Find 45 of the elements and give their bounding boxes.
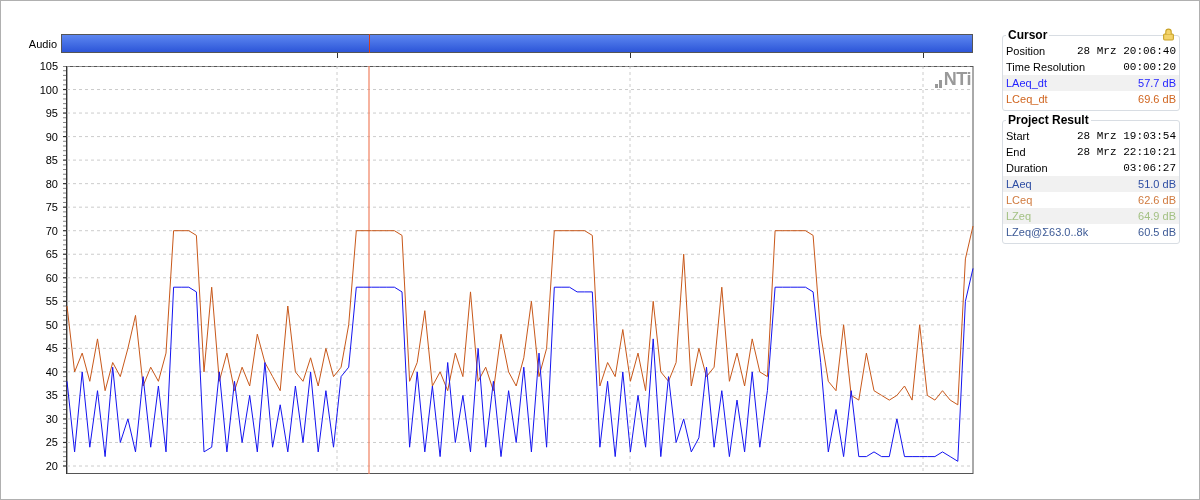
row-label: LAeq — [1006, 176, 1032, 192]
y-axis-label: 75 — [45, 201, 58, 214]
row-label: LCeq — [1006, 192, 1033, 208]
row-label: End — [1006, 144, 1026, 160]
time-value: 03:06:27 — [1123, 160, 1176, 176]
y-axis-label: 65 — [45, 248, 58, 261]
row-label: LAeq_dt — [1006, 75, 1047, 91]
level-value: 62.6 dB — [1138, 192, 1176, 208]
y-axis-label: 95 — [45, 107, 58, 120]
row-label: Time Resolution — [1006, 59, 1086, 75]
y-axis-label: 85 — [45, 154, 58, 167]
y-axis-label: 20 — [45, 459, 58, 472]
y-axis-label: 45 — [45, 342, 58, 355]
level-value: 64.9 dB — [1138, 208, 1176, 224]
logo: NTi — [943, 70, 971, 88]
row-label: Start — [1006, 128, 1030, 144]
y-axis-label: 40 — [45, 365, 58, 378]
level-value: 51.0 dB — [1138, 176, 1176, 192]
overview-bar[interactable] — [61, 34, 973, 53]
track-label: Audio — [27, 37, 58, 53]
row-label: LCeq_dt — [1006, 91, 1048, 107]
cursor-line[interactable] — [368, 66, 370, 474]
y-axis-label: 80 — [45, 177, 58, 190]
y-axis-label: 55 — [45, 295, 58, 308]
panel-title: Project Result — [1006, 112, 1091, 128]
y-axis-label: 70 — [45, 224, 58, 237]
y-axis-label: 90 — [45, 130, 58, 143]
level-value: 57.7 dB — [1138, 75, 1176, 91]
time-value: 28 Mrz 20:06:40 — [1076, 43, 1176, 59]
y-axis-label: 25 — [45, 436, 58, 449]
y-axis-label: 100 — [39, 83, 58, 96]
row-label: Position — [1006, 43, 1046, 59]
row-label: LZeq — [1006, 208, 1032, 224]
y-axis-label: 50 — [45, 318, 58, 331]
row-label: LZeq@Σ63.0..8k — [1006, 224, 1089, 240]
y-axis-label: 35 — [45, 389, 58, 402]
time-value: 28 Mrz 19:03:54 — [1076, 128, 1176, 144]
time-value: 00:00:20 — [1123, 59, 1176, 75]
level-value: 69.6 dB — [1138, 91, 1176, 107]
y-axis-label: 60 — [45, 271, 58, 284]
y-axis-label: 105 — [39, 60, 58, 72]
level-value: 60.5 dB — [1138, 224, 1176, 240]
time-value: 28 Mrz 22:10:21 — [1076, 144, 1176, 160]
y-axis-label: 30 — [45, 412, 58, 425]
row-label: Duration — [1006, 160, 1048, 176]
